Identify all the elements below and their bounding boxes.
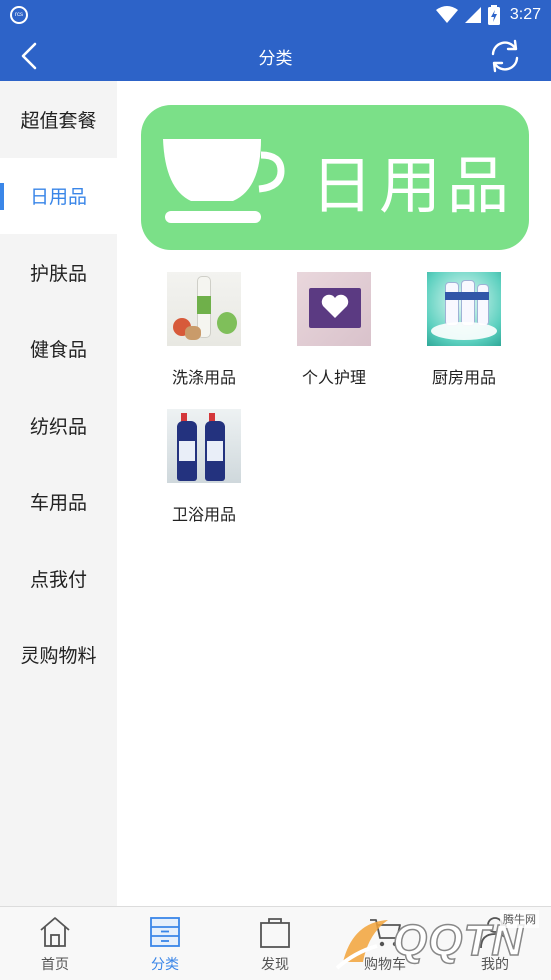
category-banner: 日用品: [141, 105, 529, 250]
category-item-kitchen[interactable]: 厨房用品: [404, 272, 524, 388]
category-icon: [150, 917, 180, 947]
category-item-label: 卫浴用品: [171, 505, 236, 524]
status-icons: 3:27: [435, 4, 541, 26]
tab-home[interactable]: 首页: [0, 907, 110, 980]
category-item-bathroom[interactable]: 卫浴用品: [144, 409, 264, 525]
sidebar-item-label: 护肤品: [29, 262, 87, 285]
notification-app-icon: rcs: [10, 6, 28, 24]
teacup-icon: [163, 139, 285, 223]
category-item-label: 厨房用品: [431, 368, 496, 387]
sidebar-item-label: 点我付: [29, 568, 87, 591]
bag-icon: [260, 918, 290, 948]
status-bar: rcs 3:27: [0, 0, 551, 30]
sidebar-item-value-package[interactable]: 超值套餐: [0, 81, 117, 158]
sidebar-item-textiles[interactable]: 纺织品: [0, 387, 117, 464]
category-item-personal-care[interactable]: 个人护理: [274, 272, 394, 388]
status-time: 3:27: [509, 6, 541, 23]
personal-care-image: [297, 272, 371, 346]
kitchen-products-image: [427, 272, 501, 346]
sidebar-item-health-food[interactable]: 健食品: [0, 311, 117, 388]
sidebar-item-label: 纺织品: [29, 415, 87, 438]
home-icon: [40, 917, 70, 947]
bathroom-cleaner-image: [167, 409, 241, 483]
sidebar-item-label: 健食品: [29, 339, 87, 362]
sidebar-item-skincare[interactable]: 护肤品: [0, 234, 117, 311]
battery-icon: [487, 5, 500, 25]
watermark-logo-icon: [335, 920, 388, 970]
tab-category[interactable]: 分类: [110, 907, 220, 980]
sidebar-item-materials[interactable]: 灵购物料: [0, 617, 117, 694]
page-title: 分类: [258, 49, 293, 69]
category-page: rcs 3:27 分类 超值套餐 日用品 护肤品 健食品 纺织品 车用品 点我付…: [0, 0, 551, 980]
wifi-icon: [435, 6, 458, 23]
sidebar-item-label: 灵购物料: [20, 645, 97, 668]
refresh-icon[interactable]: [487, 38, 523, 74]
tab-label: 分类: [151, 957, 179, 973]
category-item-label: 洗涤用品: [171, 368, 236, 387]
sidebar-item-car-goods[interactable]: 车用品: [0, 464, 117, 541]
category-item-label: 个人护理: [301, 368, 366, 387]
tab-label: 首页: [41, 957, 69, 973]
bottom-tab-bar: 首页 分类 发现 购物车 我的 QQTN 腾牛网: [0, 906, 551, 980]
detergent-products-image: [167, 272, 241, 346]
sidebar-item-daily-goods[interactable]: 日用品: [0, 157, 117, 234]
sidebar-item-label: 车用品: [29, 492, 87, 515]
signal-icon: [464, 7, 481, 23]
tab-discover[interactable]: 发现: [220, 907, 330, 980]
category-sidebar: 超值套餐 日用品 护肤品 健食品 纺织品 车用品 点我付 灵购物料: [0, 81, 117, 906]
nav-bar: 分类: [0, 30, 551, 81]
sidebar-item-label: 日用品: [29, 186, 87, 209]
watermark-small-text: 腾牛网: [500, 910, 539, 928]
tab-label: 发现: [261, 957, 289, 973]
category-content: 日用品 洗涤用品 个人护理 厨房用品 卫浴用品: [117, 81, 551, 906]
category-item-detergent[interactable]: 洗涤用品: [144, 272, 264, 388]
site-watermark: QQTN 腾牛网: [333, 908, 543, 974]
sidebar-item-pay[interactable]: 点我付: [0, 540, 117, 617]
sidebar-item-label: 超值套餐: [20, 109, 97, 132]
banner-title: 日用品: [311, 149, 516, 222]
